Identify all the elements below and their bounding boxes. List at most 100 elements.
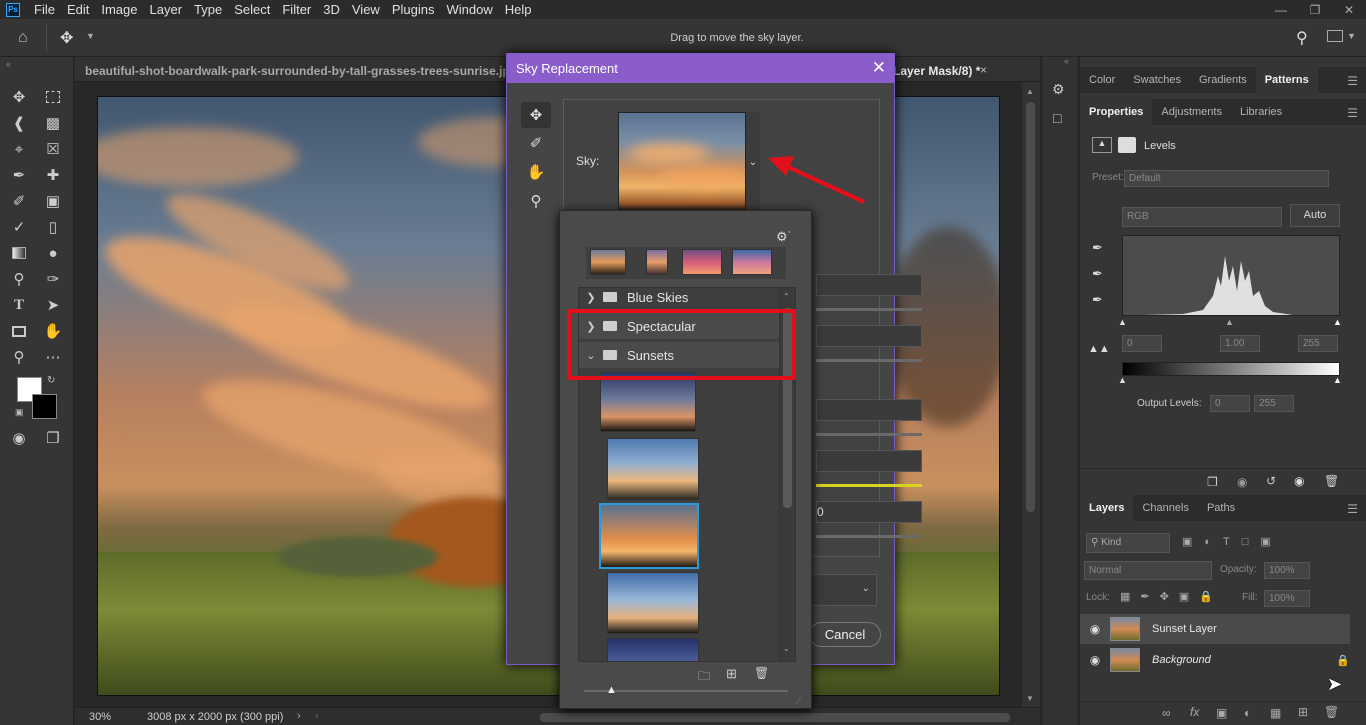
tab-patterns[interactable]: Patterns — [1255, 67, 1318, 93]
menu-view[interactable]: View — [346, 0, 386, 19]
clip-to-layer-icon[interactable]: ❐ — [1207, 475, 1218, 489]
tab-channels[interactable]: Channels — [1133, 495, 1197, 521]
settings-field[interactable] — [816, 399, 922, 421]
recent-sky-thumb[interactable] — [590, 249, 626, 275]
lasso-tool-icon[interactable]: ❰ — [8, 112, 30, 134]
new-layer-icon[interactable]: ⊞ — [1298, 705, 1308, 719]
fx-icon[interactable]: fx — [1190, 705, 1199, 719]
chevron-up-icon[interactable]: ⌃ — [783, 292, 790, 301]
close-window-icon[interactable]: ✕ — [1332, 0, 1366, 19]
sky-thumbnail[interactable] — [600, 372, 696, 432]
tab-paths[interactable]: Paths — [1198, 495, 1244, 521]
pen-tool-icon[interactable]: ✑ — [42, 268, 64, 290]
sky-dropdown-chevron-icon[interactable]: ⌄ — [746, 112, 760, 212]
sky-thumbnail-selected[interactable] — [599, 503, 699, 569]
chevron-down-icon[interactable]: ⌄ — [783, 644, 790, 653]
menu-help[interactable]: Help — [499, 0, 538, 19]
dodge-tool-icon[interactable]: ⚲ — [8, 268, 30, 290]
move-tool-icon[interactable]: ✥ — [8, 86, 30, 108]
input-white-slider[interactable]: ▲ — [1333, 317, 1342, 327]
panel-menu-icon[interactable]: ☰ — [1347, 502, 1358, 516]
tab-libraries[interactable]: Libraries — [1231, 99, 1291, 125]
tab-properties[interactable]: Properties — [1080, 99, 1153, 125]
chevron-right-icon[interactable]: ❯ — [579, 291, 603, 304]
output-select[interactable]: ⌄ — [807, 574, 877, 606]
close-icon[interactable]: ✕ — [872, 58, 886, 78]
minimize-icon[interactable]: — — [1264, 0, 1298, 19]
settings-field[interactable]: 0 — [816, 501, 922, 523]
white-eyedropper-icon[interactable]: ✒ — [1092, 292, 1103, 308]
layer-row[interactable]: ◉ Sunset Layer — [1080, 614, 1350, 644]
thumbnail-size-handle[interactable]: ▲ — [606, 684, 617, 696]
menu-file[interactable]: File — [28, 0, 61, 19]
sky-thumbnail[interactable] — [607, 438, 699, 500]
auto-button[interactable]: Auto — [1290, 204, 1340, 227]
tab-layers[interactable]: Layers — [1080, 495, 1134, 521]
delete-icon[interactable]: 🗑 — [1324, 474, 1339, 488]
default-colors-icon[interactable]: ▣ — [15, 407, 24, 418]
black-eyedropper-icon[interactable]: ✒ — [1092, 240, 1103, 256]
input-gamma-slider[interactable]: ▲ — [1225, 317, 1234, 327]
add-mask-icon[interactable]: ▣ — [1216, 706, 1227, 720]
opacity-field[interactable]: 100% — [1264, 562, 1310, 579]
output-black-field[interactable]: 0 — [1210, 395, 1250, 412]
menu-filter[interactable]: Filter — [276, 0, 317, 19]
gray-eyedropper-icon[interactable]: ✒ — [1092, 266, 1103, 282]
preset-select[interactable]: Default — [1124, 170, 1329, 187]
workspace-icon[interactable] — [1327, 30, 1343, 42]
menu-image[interactable]: Image — [95, 0, 143, 19]
scroll-thumb[interactable] — [1026, 102, 1035, 512]
layer-name[interactable]: Background — [1152, 654, 1211, 666]
history-icon[interactable]: ⚙ — [1052, 81, 1065, 98]
tab-color[interactable]: Color — [1080, 67, 1124, 93]
tab-gradients[interactable]: Gradients — [1190, 67, 1256, 93]
background-color-swatch[interactable] — [32, 394, 57, 419]
frame-tool-icon[interactable]: ☒ — [42, 138, 64, 160]
fill-field[interactable]: 100% — [1264, 590, 1310, 607]
move-tool-icon[interactable]: ✥ — [521, 102, 551, 128]
menu-edit[interactable]: Edit — [61, 0, 95, 19]
settings-slider[interactable] — [816, 359, 922, 362]
folder-blue-skies[interactable]: ❯ Blue Skies — [579, 284, 779, 310]
object-select-tool-icon[interactable]: ▩ — [42, 112, 64, 134]
view-previous-icon[interactable]: ◉ — [1237, 475, 1247, 489]
zoom-tool-icon[interactable]: ⚲ — [521, 188, 551, 214]
output-white-field[interactable]: 255 — [1254, 395, 1294, 412]
sky-thumbnail[interactable] — [607, 572, 699, 634]
path-select-tool-icon[interactable]: ➤ — [42, 294, 64, 316]
crop-tool-icon[interactable]: ⌖ — [8, 138, 30, 160]
healing-brush-tool-icon[interactable]: ✚ — [42, 164, 64, 186]
cancel-button[interactable]: Cancel — [809, 622, 881, 647]
settings-slider[interactable] — [816, 484, 922, 487]
lock-icon[interactable]: 🔒 — [1336, 654, 1350, 667]
tab-adjustments[interactable]: Adjustments — [1152, 99, 1231, 125]
rectangle-tool-icon[interactable] — [8, 320, 30, 342]
eraser-tool-icon[interactable]: ▯ — [42, 216, 64, 238]
reset-icon[interactable]: ↺ — [1266, 474, 1276, 488]
history-brush-tool-icon[interactable]: ✓ — [8, 216, 30, 238]
mask-icon[interactable] — [1118, 137, 1136, 153]
input-white-field[interactable]: 255 — [1298, 335, 1338, 352]
settings-field[interactable] — [816, 274, 922, 296]
input-gamma-field[interactable]: 1.00 — [1220, 335, 1260, 352]
delete-sky-icon[interactable]: 🗑 — [754, 666, 769, 680]
layer-row[interactable]: ◉ Background 🔒 — [1080, 645, 1350, 675]
eye-icon[interactable]: ◉ — [1080, 622, 1110, 636]
screen-mode-icon[interactable]: ❐ — [42, 427, 64, 449]
swap-colors-icon[interactable]: ↻ — [47, 375, 55, 386]
blur-tool-icon[interactable]: ● — [42, 242, 64, 264]
search-icon[interactable]: ⚲ — [1296, 28, 1308, 48]
collapse-panels-icon[interactable]: « — [1064, 56, 1069, 66]
menu-type[interactable]: Type — [188, 0, 228, 19]
stamp-tool-icon[interactable]: ▣ — [42, 190, 64, 212]
close-tab-icon[interactable]: × — [980, 63, 987, 77]
restore-icon[interactable]: ❐ — [1298, 0, 1332, 19]
new-folder-icon[interactable]: 🗀 — [698, 667, 710, 688]
output-black-slider[interactable]: ▲ — [1118, 375, 1127, 385]
sky-preview[interactable] — [618, 112, 746, 212]
layer-filter-kind[interactable]: ⚲ Kind — [1086, 533, 1170, 553]
more-tools-icon[interactable]: ⋯ — [42, 346, 64, 368]
group-icon[interactable]: ▦ — [1270, 706, 1281, 720]
layer-name[interactable]: Sunset Layer — [1152, 623, 1217, 635]
gear-icon[interactable]: ⚙˙ — [776, 229, 792, 245]
